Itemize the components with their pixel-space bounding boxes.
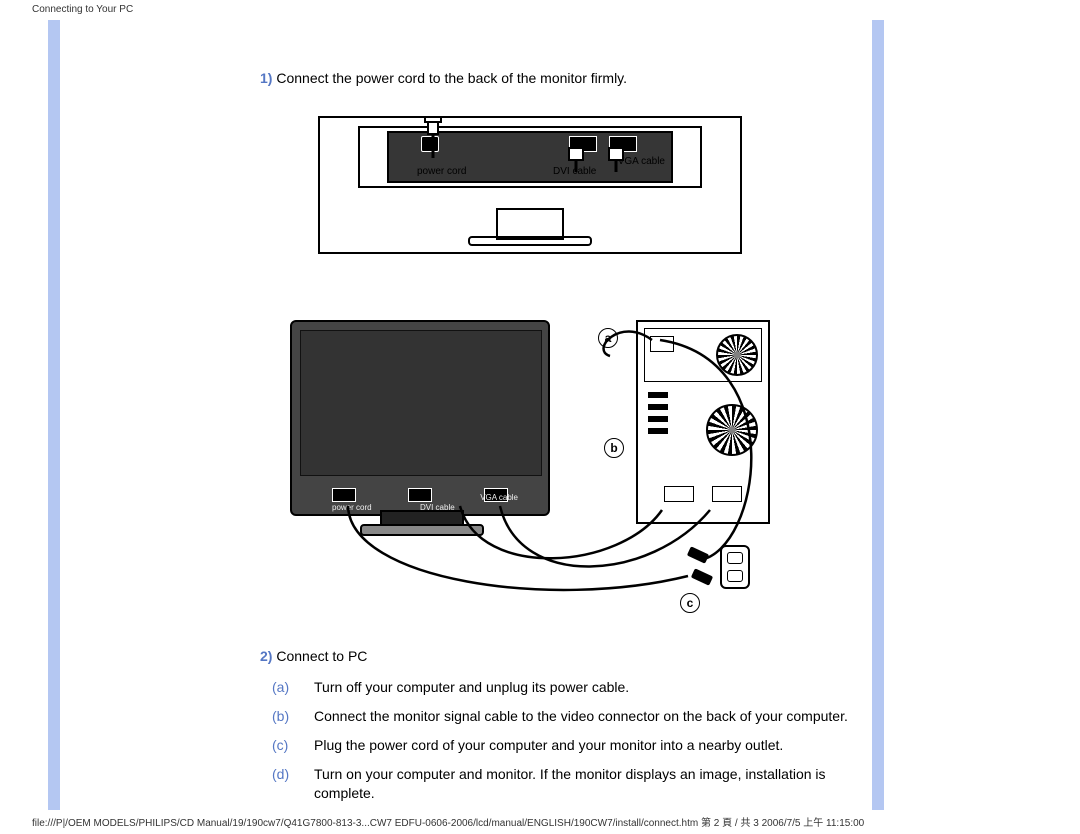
fig2-pc-fan-small	[716, 334, 758, 376]
substep-a-letter: (a)	[260, 678, 296, 697]
step-2-number: 2)	[260, 648, 272, 664]
substep-c-letter: (c)	[260, 736, 296, 755]
fig1-wires	[320, 118, 740, 252]
fig2-tag-b: b	[604, 438, 624, 458]
substep-b: (b) Connect the monitor signal cable to …	[260, 707, 860, 726]
fig2-pc-slot-3	[648, 416, 668, 422]
fig2-pc-slot-2	[648, 404, 668, 410]
step-2: 2) Connect to PC	[260, 648, 860, 664]
fig2-label-vga: VGA cable	[480, 493, 518, 502]
content-area: 1) Connect the power cord to the back of…	[260, 70, 860, 812]
figure-1-wrap: power cord DVI cable VGA cable	[260, 116, 800, 254]
fig2-plug-1	[687, 546, 709, 564]
step-1-text: Connect the power cord to the back of th…	[276, 70, 627, 86]
substep-d-letter: (d)	[260, 765, 296, 803]
step-1: 1) Connect the power cord to the back of…	[260, 70, 860, 86]
substep-d-text: Turn on your computer and monitor. If th…	[314, 765, 860, 803]
fig2-mon-power-port	[332, 488, 356, 502]
figure-2-wrap: power cord DVI cable VGA cable	[260, 320, 800, 620]
figure-1-monitor-back: power cord DVI cable VGA cable	[318, 116, 742, 254]
substeps-list: (a) Turn off your computer and unplug it…	[260, 678, 860, 802]
fig2-pc-power-socket	[650, 336, 674, 352]
substep-c: (c) Plug the power cord of your computer…	[260, 736, 860, 755]
step-2-block: 2) Connect to PC (a) Turn off your compu…	[260, 648, 860, 802]
fig2-pc-video-port-1	[664, 486, 694, 502]
footer-path: file:///P|/OEM MODELS/PHILIPS/CD Manual/…	[32, 814, 1070, 829]
fig2-pc-fan-large	[706, 404, 758, 456]
fig2-pc-video-ports	[644, 472, 762, 512]
fig2-pc-video-port-2	[712, 486, 742, 502]
substep-c-text: Plug the power cord of your computer and…	[314, 736, 860, 755]
substep-b-text: Connect the monitor signal cable to the …	[314, 707, 860, 726]
fig2-monitor-back: power cord DVI cable VGA cable	[290, 320, 550, 516]
page: Connecting to Your PC 1) Connect the pow…	[0, 0, 1080, 834]
substep-a: (a) Turn off your computer and unplug it…	[260, 678, 860, 697]
fig2-pc-back	[636, 320, 770, 524]
fig2-mon-dvi-port	[408, 488, 432, 502]
figure-2-connection-diagram: power cord DVI cable VGA cable	[290, 320, 770, 620]
page-header-title: Connecting to Your PC	[32, 4, 133, 15]
substep-d: (d) Turn on your computer and monitor. I…	[260, 765, 860, 803]
fig2-stand-base	[360, 524, 484, 536]
fig2-wall-outlet	[720, 545, 750, 589]
step-1-number: 1)	[260, 70, 272, 86]
fig2-pc-slot-4	[648, 428, 668, 434]
decoration-stripe-right	[872, 20, 884, 810]
fig2-pc-slot-1	[648, 392, 668, 398]
fig2-tag-a: a	[598, 328, 618, 348]
substep-b-letter: (b)	[260, 707, 296, 726]
fig2-label-power: power cord	[332, 503, 372, 512]
decoration-stripe-left	[48, 20, 60, 810]
fig2-monitor-face	[300, 330, 542, 476]
step-2-text: Connect to PC	[276, 648, 367, 664]
fig2-tag-c: c	[680, 593, 700, 613]
substep-a-text: Turn off your computer and unplug its po…	[314, 678, 860, 697]
fig2-plug-2	[691, 568, 713, 586]
